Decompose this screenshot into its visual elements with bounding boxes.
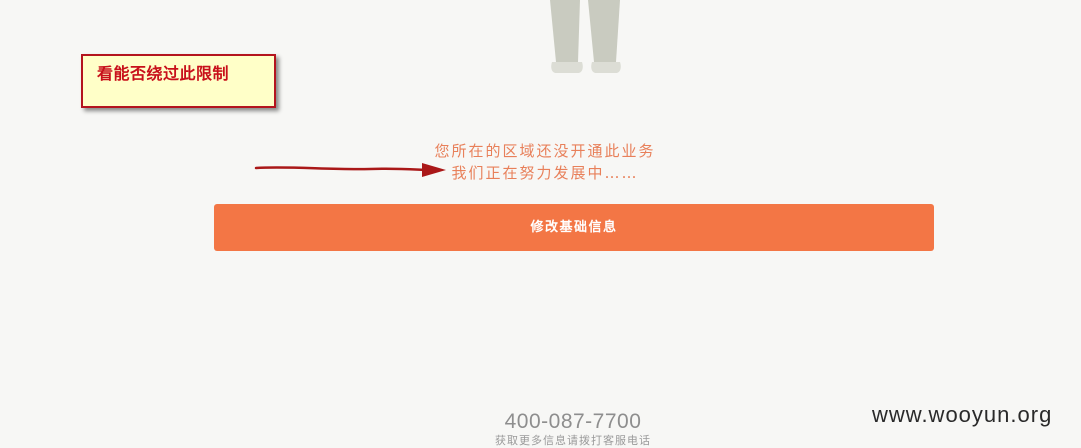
hotline-caption: 获取更多信息请拨打客服电话: [495, 434, 651, 447]
annotation-callout: 看能否绕过此限制: [81, 54, 276, 108]
annotation-callout-text: 看能否绕过此限制: [97, 64, 230, 83]
notice-line-2: 我们正在努力发展中……: [451, 164, 639, 182]
notice-line-1: 您所在的区域还没开通此业务: [434, 142, 656, 160]
watermark: www.wooyun.org: [872, 402, 1053, 427]
service-unavailable-notice: 您所在的区域还没开通此业务 我们正在努力发展中……: [330, 140, 760, 184]
customer-service-phone[interactable]: 400-087-7700: [473, 409, 673, 435]
edit-basic-info-button[interactable]: 修改基础信息: [214, 204, 934, 251]
person-legs-illustration: [550, 0, 621, 73]
